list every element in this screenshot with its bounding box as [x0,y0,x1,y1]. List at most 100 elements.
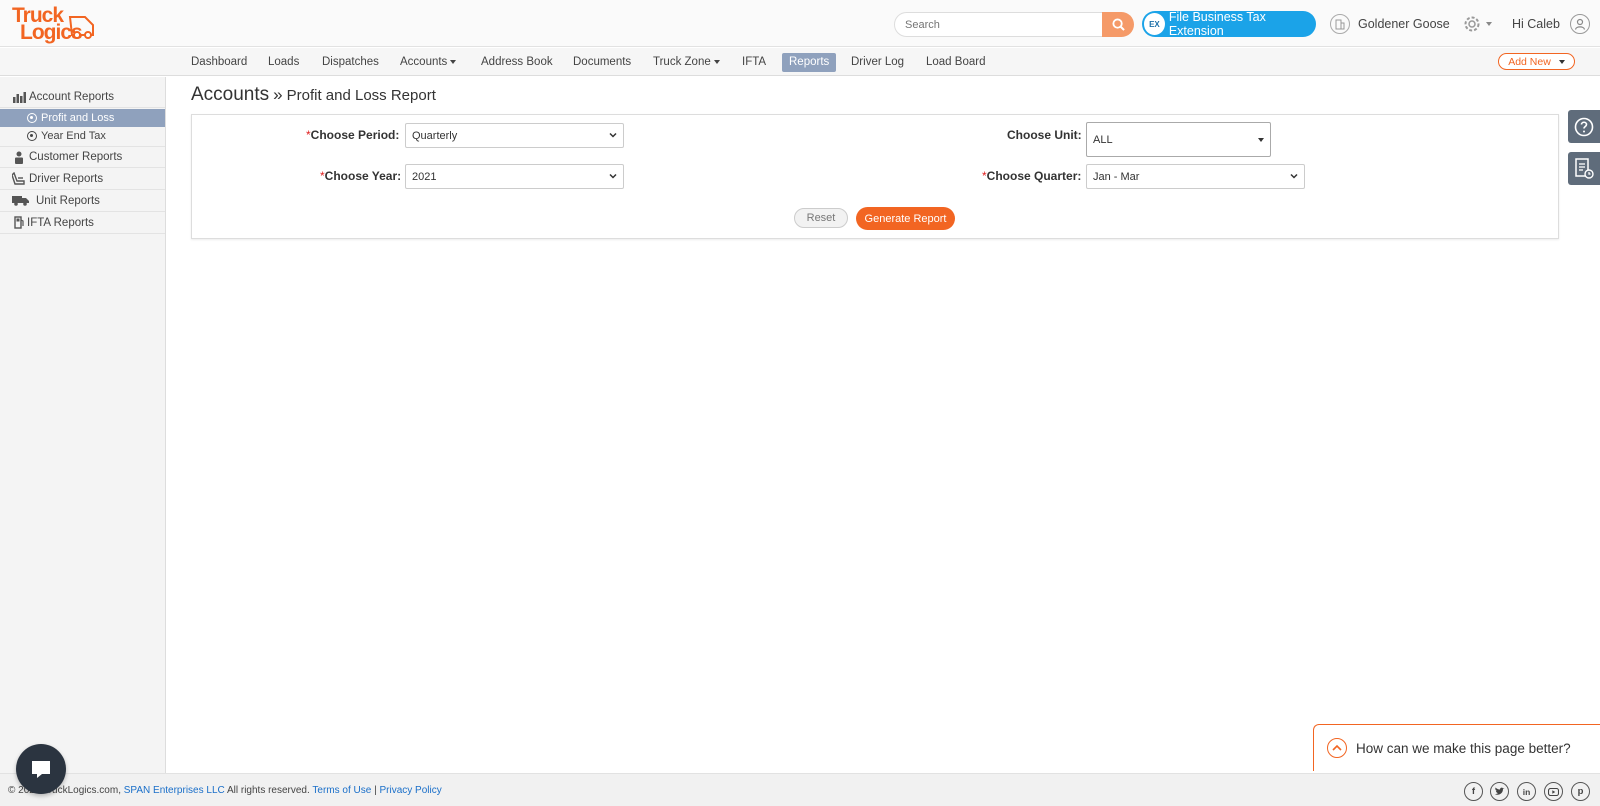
nav-address-book[interactable]: Address Book [474,53,560,72]
quarter-select-value: Jan - Mar [1093,170,1140,183]
period-label: *Choose Period: [306,128,399,142]
company-name: Goldener Goose [1358,17,1450,31]
period-select[interactable]: Quarterly [405,123,624,148]
company-link[interactable]: SPAN Enterprises LLC [124,785,225,796]
nav-ifta[interactable]: IFTA [735,53,773,72]
chevron-down-icon [1290,173,1298,179]
nav-documents[interactable]: Documents [566,53,638,72]
sidebar-subitem-label: Year End Tax [41,130,106,142]
breadcrumb-accounts[interactable]: Accounts [191,84,269,105]
twitter-icon[interactable] [1490,782,1509,801]
user-greeting: Hi Caleb [1512,17,1560,31]
year-select[interactable]: 2021 [405,164,624,189]
chevron-up-icon [1327,738,1347,758]
footer-copyright: © 2021 TruckLogics.com, SPAN Enterprises… [8,785,442,796]
document-clock-icon [1575,157,1594,179]
footer-divider: | [374,785,377,796]
help-icon [1574,117,1594,136]
feedback-widget[interactable]: How can we make this page better? [1313,724,1600,771]
chevron-down-icon [1486,22,1492,26]
nav-truck-zone[interactable]: Truck Zone [646,53,727,72]
chat-launcher-button[interactable] [16,744,66,794]
sidebar-item-driver-reports[interactable]: Driver Reports [0,168,165,190]
nav-loads[interactable]: Loads [261,53,306,72]
gear-icon [1464,16,1480,32]
sidebar-item-ifta-reports[interactable]: IFTA Reports [0,212,165,234]
truck-icon [12,194,30,208]
company-switcher[interactable]: Goldener Goose [1330,13,1450,35]
person-icon [12,150,26,164]
chevron-down-icon [609,173,617,179]
help-tab[interactable] [1568,110,1600,143]
top-header: Truck Logics EX File Business Tax Extens… [0,0,1600,47]
sidebar-subitem-profit-and-loss[interactable]: Profit and Loss [0,109,165,127]
user-menu[interactable]: Hi Caleb [1512,13,1590,35]
year-select-value: 2021 [412,170,437,183]
report-notes-tab[interactable] [1568,152,1600,185]
logo-truck-icon [68,16,94,39]
trucklogics-logo[interactable]: Truck Logics [12,5,96,43]
nav-dispatches[interactable]: Dispatches [315,53,386,72]
period-label-text: Choose Period: [310,128,400,142]
nav-accounts[interactable]: Accounts [393,53,463,72]
privacy-link[interactable]: Privacy Policy [379,785,441,796]
facebook-icon[interactable]: f [1464,782,1483,801]
sidebar-item-label: Customer Reports [29,151,123,163]
generate-report-button[interactable]: Generate Report [856,207,955,230]
sidebar-item-label: Driver Reports [29,172,104,185]
search-icon [1111,18,1125,31]
file-tax-extension-button[interactable]: EX File Business Tax Extension [1142,10,1316,38]
nav-driver-log[interactable]: Driver Log [844,53,911,72]
main-nav: Dashboard Loads Dispatches Accounts Addr… [0,48,1600,76]
nav-accounts-label: Accounts [400,56,448,68]
quarter-label: *Choose Quarter: [982,169,1081,183]
nav-truck-zone-label: Truck Zone [653,56,711,68]
year-label-text: Choose Year: [324,169,402,183]
chat-bubble-icon [32,761,50,778]
reports-sidebar: Account Reports Profit and Loss Year End… [0,77,166,773]
sidebar-item-account-reports[interactable]: Account Reports [0,86,165,108]
unit-select[interactable]: ALL [1086,122,1271,157]
period-select-value: Quarterly [412,129,458,142]
unit-select-value: ALL [1093,133,1113,146]
tax-extension-badge-icon: EX [1144,13,1165,35]
sidebar-item-label: IFTA Reports [27,216,94,229]
chevron-down-icon [609,132,617,138]
settings-menu[interactable] [1462,13,1496,35]
chevron-down-icon [450,59,457,64]
driver-seat-icon [12,172,26,186]
quarter-label-text: Choose Quarter: [986,169,1082,183]
page-footer: © 2021 TruckLogics.com, SPAN Enterprises… [0,773,1600,806]
reset-button[interactable]: Reset [794,208,848,228]
building-icon [1330,14,1350,34]
nav-reports[interactable]: Reports [782,53,837,72]
avatar-icon [1569,14,1590,34]
youtube-icon[interactable] [1544,782,1563,801]
search-bar [894,12,1134,37]
terms-link[interactable]: Terms of Use [312,785,371,796]
pinterest-icon[interactable]: p [1571,782,1590,801]
linkedin-icon[interactable]: in [1517,782,1536,801]
chevron-down-icon [713,59,720,64]
sidebar-subitem-year-end-tax[interactable]: Year End Tax [0,127,165,145]
search-button[interactable] [1102,12,1134,37]
add-new-label: Add New [1508,55,1551,68]
quarter-select[interactable]: Jan - Mar [1086,164,1305,189]
sidebar-item-label: Account Reports [29,90,115,103]
nav-load-board[interactable]: Load Board [919,53,992,72]
search-input[interactable] [894,12,1103,37]
breadcrumb-current: Profit and Loss Report [286,87,436,104]
year-label: *Choose Year: [320,169,401,183]
chevron-down-icon [1258,138,1264,142]
sidebar-item-customer-reports[interactable]: Customer Reports [0,146,165,168]
nav-dashboard[interactable]: Dashboard [184,53,254,72]
page-title: Accounts» Profit and Loss Report [191,84,436,106]
chevron-down-icon [1558,59,1565,64]
feedback-text: How can we make this page better? [1356,740,1571,756]
rights-text: All rights reserved. [226,785,310,796]
sidebar-item-unit-reports[interactable]: Unit Reports [0,190,165,212]
fuel-pump-icon [12,216,26,230]
add-new-button[interactable]: Add New [1498,53,1575,70]
sidebar-item-label: Unit Reports [36,194,100,207]
radio-dot-icon [27,131,37,141]
